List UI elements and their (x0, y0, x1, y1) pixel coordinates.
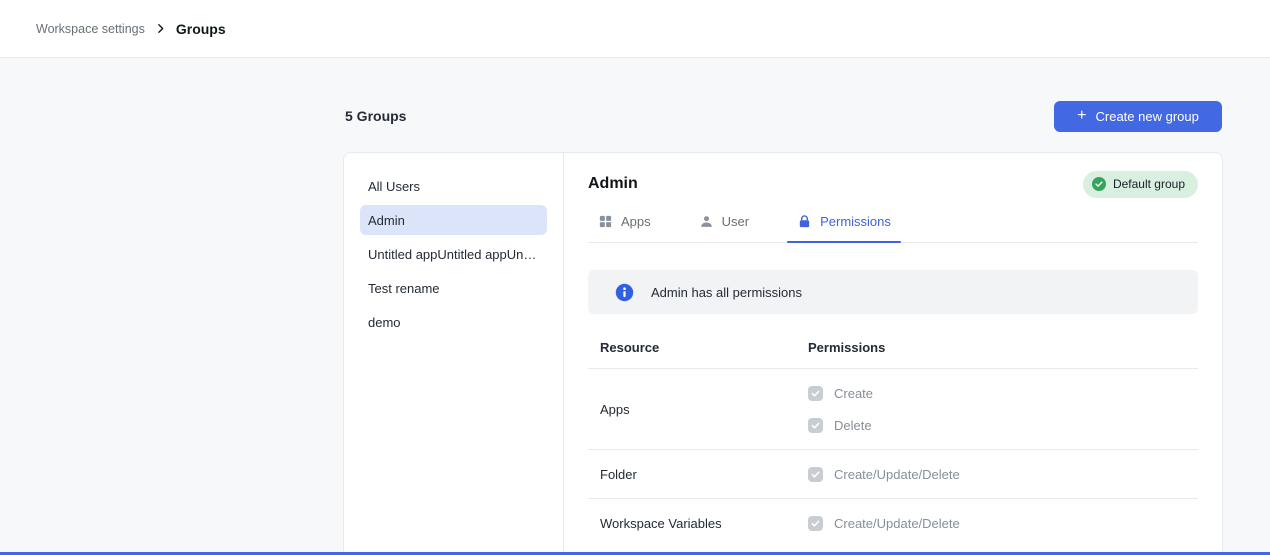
tab-permissions[interactable]: Permissions (787, 204, 901, 242)
sidebar-item-untitled-app[interactable]: Untitled appUntitled appUntitle… (360, 239, 547, 269)
checkbox-checked-disabled-icon (808, 467, 823, 482)
tab-apps-label: Apps (621, 214, 651, 229)
top-header: Workspace settings Groups (0, 0, 1270, 58)
permissions-cell: Create/Update/Delete (808, 458, 1186, 490)
sidebar-item-label: demo (368, 315, 401, 330)
permission-item: Create (808, 377, 1186, 409)
tab-user-label: User (722, 214, 749, 229)
info-circle-icon (615, 283, 634, 302)
table-row-workspace-variables: Workspace Variables Create/Update/Delete (588, 499, 1198, 547)
check-circle-icon (1092, 177, 1106, 191)
tab-user[interactable]: User (689, 204, 759, 242)
col-header-permissions: Permissions (808, 340, 1186, 355)
checkbox-checked-disabled-icon (808, 418, 823, 433)
groups-count-label: 5 Groups (345, 108, 406, 124)
checkbox-checked-disabled-icon (808, 386, 823, 401)
permission-item: Create/Update/Delete (808, 507, 1186, 539)
sidebar-item-demo[interactable]: demo (360, 307, 547, 337)
apps-grid-icon (598, 214, 613, 229)
table-row-apps: Apps Create Delete (588, 369, 1198, 450)
table-header-row: Resource Permissions (588, 314, 1198, 369)
permissions-cell: Create/Update/Delete (808, 507, 1186, 539)
permission-label: Create/Update/Delete (834, 516, 960, 531)
breadcrumb-workspace-settings[interactable]: Workspace settings (36, 22, 145, 36)
checkbox-checked-disabled-icon (808, 516, 823, 531)
tab-permissions-label: Permissions (820, 214, 891, 229)
chevron-right-icon (154, 22, 167, 35)
create-new-group-label: Create new group (1096, 109, 1199, 124)
banner-text: Admin has all permissions (651, 285, 802, 300)
tabs: Apps User Permissions (588, 204, 1198, 243)
resource-label: Apps (600, 402, 808, 417)
sidebar-item-label: All Users (368, 179, 420, 194)
default-group-label: Default group (1113, 177, 1185, 191)
info-banner: Admin has all permissions (588, 270, 1198, 314)
tab-apps[interactable]: Apps (588, 204, 661, 242)
lock-icon (797, 214, 812, 229)
plus-icon: + (1077, 108, 1086, 124)
resource-label: Folder (600, 467, 808, 482)
groups-sidebar: All Users Admin Untitled appUntitled app… (344, 153, 564, 555)
permissions-cell: Create Delete (808, 377, 1186, 441)
sidebar-item-label: Test rename (368, 281, 440, 296)
table-row-folder: Folder Create/Update/Delete (588, 450, 1198, 499)
col-header-resource: Resource (600, 340, 808, 355)
permission-label: Delete (834, 418, 872, 433)
user-icon (699, 214, 714, 229)
group-detail-panel: Admin Default group Apps (564, 153, 1222, 555)
permission-label: Create/Update/Delete (834, 467, 960, 482)
group-title-row: Admin Default group (588, 170, 1198, 198)
sidebar-item-label: Admin (368, 213, 405, 228)
permission-item: Create/Update/Delete (808, 458, 1186, 490)
sidebar-item-admin[interactable]: Admin (360, 205, 547, 235)
permission-label: Create (834, 386, 873, 401)
sidebar-item-test-rename[interactable]: Test rename (360, 273, 547, 303)
permissions-table: Resource Permissions Apps Create (588, 314, 1198, 547)
create-new-group-button[interactable]: + Create new group (1054, 101, 1222, 132)
permission-item: Delete (808, 409, 1186, 441)
groups-card: All Users Admin Untitled appUntitled app… (343, 152, 1223, 555)
breadcrumb-groups: Groups (176, 21, 226, 37)
resource-label: Workspace Variables (600, 516, 808, 531)
default-group-badge: Default group (1083, 171, 1198, 198)
sidebar-item-all-users[interactable]: All Users (360, 171, 547, 201)
group-title: Admin (588, 175, 638, 193)
sidebar-item-label: Untitled appUntitled appUntitle… (368, 247, 539, 262)
